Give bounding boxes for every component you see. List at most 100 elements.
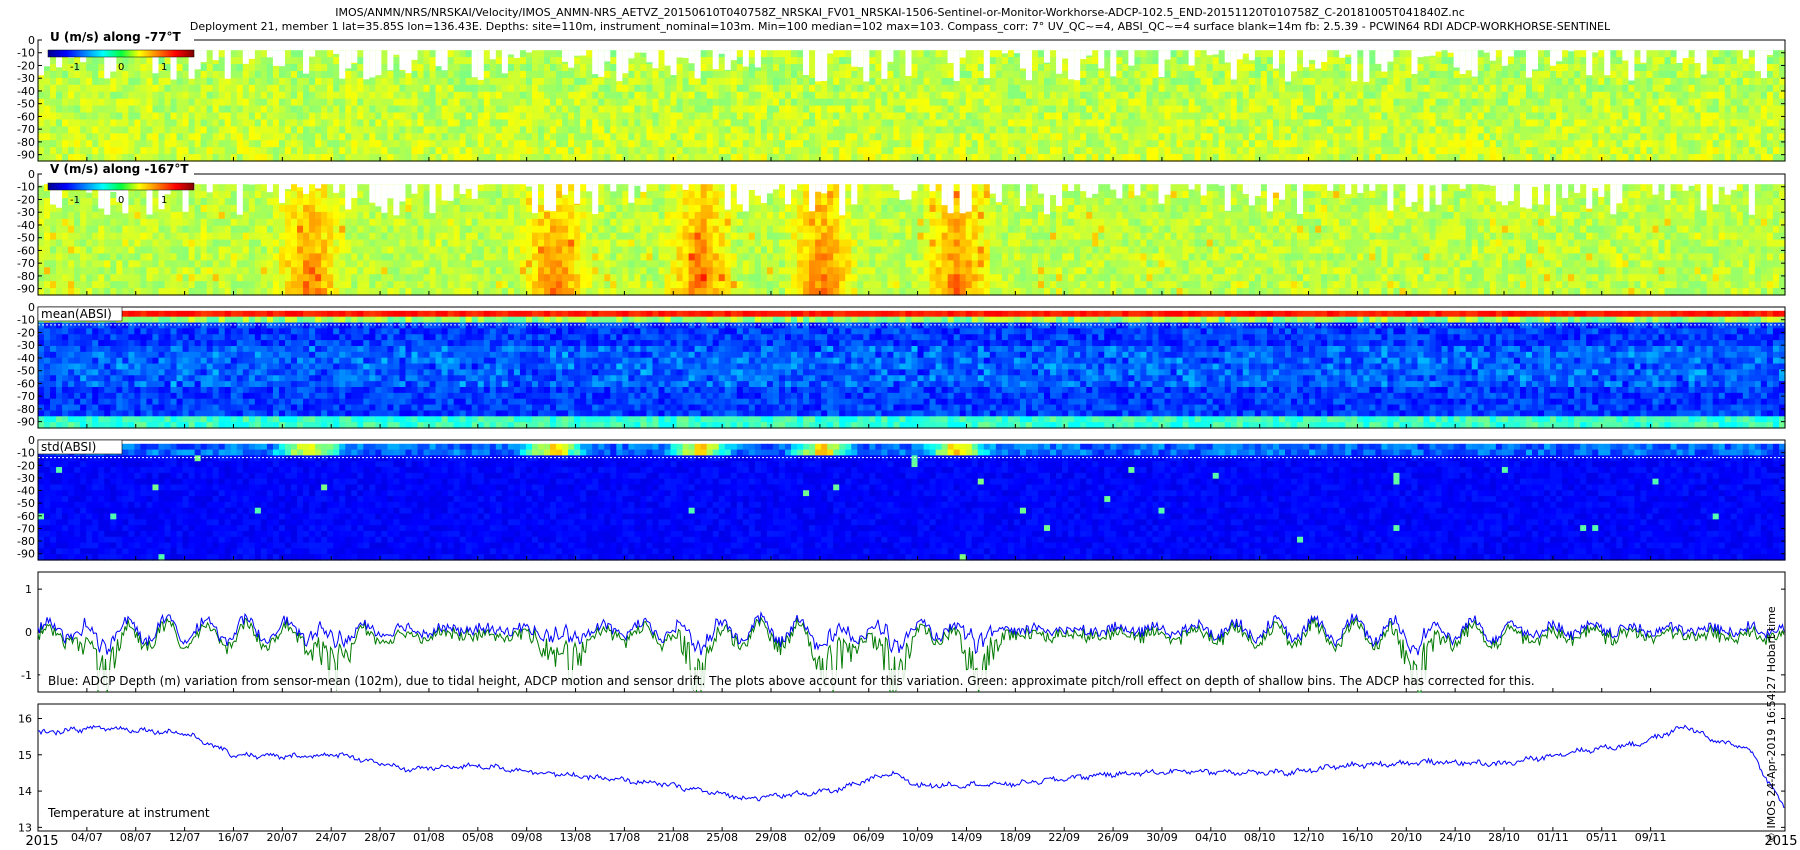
heatmap-cell	[640, 57, 648, 65]
heatmap-cell	[887, 70, 895, 79]
heatmap-cell	[1772, 112, 1780, 121]
heatmap-cell	[658, 70, 666, 79]
heatmap-cell	[465, 50, 473, 58]
heatmap-cell	[1266, 70, 1274, 79]
heatmap-cell	[182, 64, 190, 72]
heatmap-cell	[556, 140, 563, 148]
heatmap-cell	[333, 77, 340, 86]
heatmap-cell	[941, 112, 949, 121]
heatmap-cell	[1724, 126, 1732, 134]
heatmap-cell	[68, 274, 75, 282]
heatmap-cell	[1459, 112, 1467, 121]
heatmap-cell	[1694, 98, 1702, 107]
heatmap-cell	[1285, 119, 1292, 127]
heatmap-cell	[700, 70, 708, 79]
heatmap-cell	[1218, 119, 1226, 127]
heatmap-cell	[206, 119, 214, 127]
heatmap-cell	[266, 112, 274, 121]
heatmap-cell	[1712, 64, 1720, 72]
heatmap-cell	[803, 140, 810, 148]
heatmap-cell	[260, 64, 268, 72]
heatmap-cell	[1260, 91, 1268, 100]
heatmap-cell	[86, 239, 93, 248]
heatmap-cell	[778, 105, 786, 114]
heatmap-cell	[1236, 140, 1244, 148]
heatmap-cell	[248, 126, 256, 134]
heatmap-cell	[1146, 98, 1154, 107]
heatmap-cell	[1285, 154, 1292, 162]
heatmap-cell	[1001, 112, 1009, 121]
heatmap-cell	[803, 112, 810, 121]
heatmap-cell	[1640, 133, 1648, 141]
heatmap-cell	[833, 50, 840, 58]
heatmap-cell	[592, 91, 599, 100]
heatmap-cell	[1013, 70, 1021, 79]
heatmap-cell	[92, 91, 99, 100]
heatmap-cell	[1182, 105, 1190, 114]
heatmap-cell	[857, 154, 864, 162]
heatmap-cell	[1260, 154, 1268, 162]
heatmap-cell	[1200, 91, 1208, 100]
heatmap-cell	[893, 105, 901, 114]
heatmap-cell	[146, 147, 154, 155]
heatmap-cell	[411, 112, 419, 121]
heatmap-cell	[1134, 112, 1142, 121]
heatmap-cell	[50, 154, 57, 162]
heatmap-cell	[1248, 64, 1256, 72]
heatmap-cell	[797, 91, 804, 100]
heatmap-cell	[1333, 50, 1340, 58]
heatmap-cell	[622, 119, 629, 127]
heatmap-cell	[1706, 126, 1714, 134]
heatmap-cell	[778, 147, 786, 155]
heatmap-cell	[989, 154, 997, 162]
heatmap-cell	[1772, 133, 1780, 141]
heatmap-cell	[429, 154, 437, 162]
heatmap-cell	[1736, 91, 1744, 100]
heatmap-cell	[62, 126, 69, 134]
heatmap-cell	[1345, 70, 1352, 79]
heatmap-cell	[411, 119, 419, 127]
heatmap-blank	[1586, 50, 1593, 76]
heatmap-cell	[260, 84, 268, 93]
heatmap-cell	[471, 140, 479, 148]
heatmap-cell	[1531, 112, 1539, 121]
heatmap-cell	[809, 154, 816, 162]
heatmap-cell	[1411, 154, 1419, 162]
heatmap-cell	[1586, 105, 1593, 114]
heatmap-cell	[1104, 64, 1111, 72]
heatmap-cell	[1122, 77, 1129, 86]
heatmap-cell	[1580, 50, 1587, 58]
heatmap-cell	[56, 218, 63, 227]
heatmap-cell	[1598, 119, 1605, 127]
heatmap-cell	[1562, 98, 1569, 107]
heatmap-cell	[176, 91, 184, 100]
heatmap-cell	[947, 64, 955, 72]
heatmap-cell	[538, 112, 545, 121]
heatmap-cell	[363, 140, 370, 148]
heatmap-cell	[1598, 91, 1605, 100]
heatmap-cell	[562, 91, 569, 100]
heatmap-cell	[712, 105, 720, 114]
heatmap-cell	[80, 211, 87, 220]
heatmap-cell	[766, 133, 774, 141]
heatmap-cell	[1291, 154, 1298, 162]
heatmap-cell	[905, 126, 913, 134]
heatmap-cell	[387, 147, 395, 155]
heatmap-cell	[1730, 147, 1738, 155]
heatmap-cell	[772, 119, 780, 127]
heatmap-cell	[1610, 140, 1617, 148]
heatmap-cell	[495, 140, 503, 148]
heatmap-cell	[875, 91, 882, 100]
heatmap-blank	[507, 50, 515, 55]
heatmap-cell	[622, 91, 629, 100]
heatmap-cell	[1772, 57, 1780, 65]
heatmap-cell	[1056, 112, 1063, 121]
heatmap-blank	[266, 50, 274, 58]
heatmap-cell	[1568, 126, 1575, 134]
heatmap-cell	[1477, 133, 1485, 141]
heatmap-cell	[68, 260, 75, 268]
heatmap-blank	[1074, 50, 1081, 81]
heatmap-blank	[1230, 50, 1238, 80]
heatmap-cell	[1278, 112, 1286, 121]
heatmap-cell	[1242, 98, 1250, 107]
